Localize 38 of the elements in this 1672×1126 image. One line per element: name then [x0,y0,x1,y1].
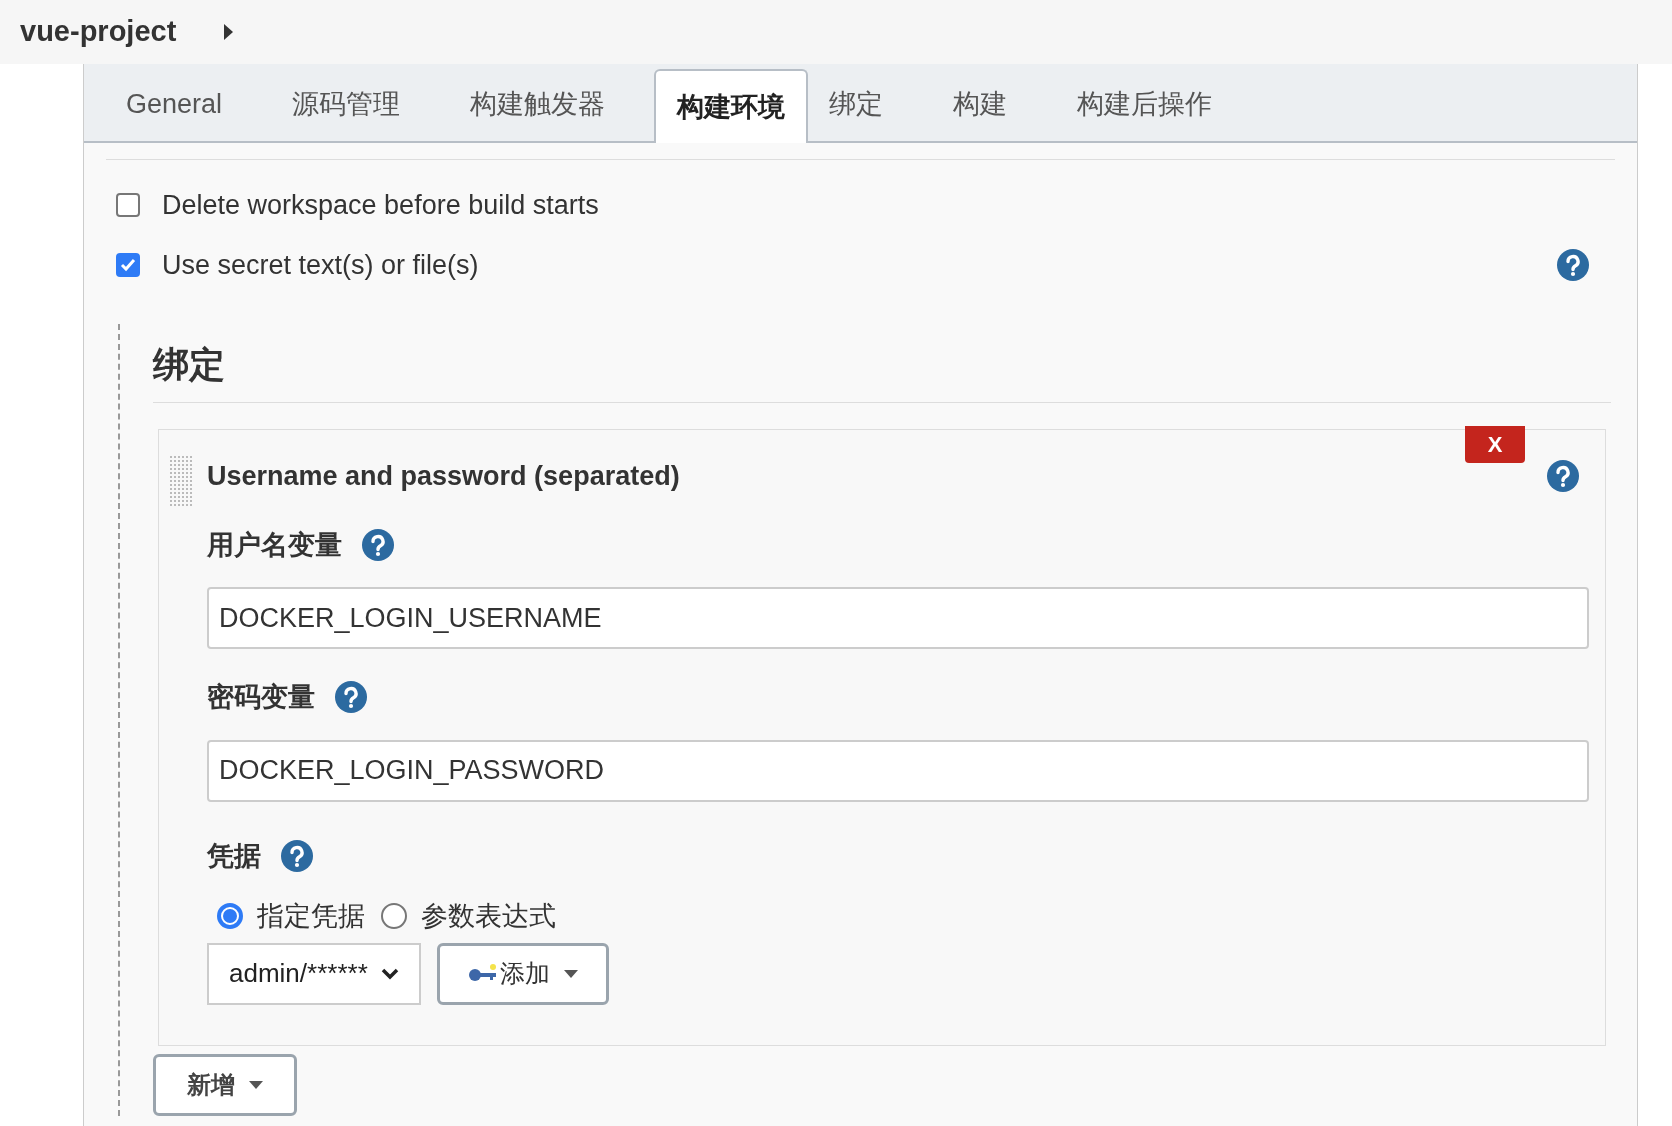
tab[interactable]: 绑定 [808,67,905,141]
radio-label[interactable]: 参数表达式 [421,896,556,937]
caret-icon [249,1080,263,1089]
add-button[interactable]: 新增 [153,1053,297,1116]
tab[interactable]: 构建 [932,67,1029,141]
help-icon[interactable] [281,839,313,872]
checkbox-label[interactable]: Use secret text(s) or file(s) [162,244,479,286]
help-icon[interactable] [335,681,367,714]
project-title[interactable]: vue-project [20,10,177,54]
section-heading: 绑定 [153,324,1611,403]
credentials-select[interactable]: admin/****** [207,942,421,1005]
help-icon[interactable] [1557,249,1589,281]
tab[interactable]: 构建后操作 [1056,67,1234,141]
tab[interactable]: 构建触发器 [449,67,627,141]
checkbox-label[interactable]: Delete workspace before build starts [162,184,599,226]
caret-right-icon[interactable] [224,24,234,40]
tab[interactable]: 源码管理 [271,67,422,141]
drag-handle-icon[interactable] [170,456,192,506]
tab[interactable]: General [105,67,244,141]
delete-button[interactable]: X [1465,426,1525,463]
radio-button[interactable] [381,903,407,930]
help-icon[interactable] [362,528,394,561]
text-field[interactable]: DOCKER_LOGIN_USERNAME [207,587,1589,649]
chevron-down-icon [381,967,399,980]
text-field[interactable]: DOCKER_LOGIN_PASSWORD [207,739,1589,802]
radio-label[interactable]: 指定凭据 [257,896,365,937]
tab[interactable]: 构建环境 [654,69,809,143]
field-label: 用户名变量 [207,528,342,562]
card-title: Username and password (separated) [207,460,680,493]
help-icon[interactable] [1547,460,1579,493]
radio-button[interactable] [217,903,243,930]
field-label: 凭据 [207,839,261,873]
caret-icon [564,969,578,978]
field-label: 密码变量 [207,681,315,714]
add-credentials-button[interactable]: 添加 [437,942,609,1005]
checkbox[interactable] [116,253,140,277]
checkmark-icon [120,258,136,272]
checkbox[interactable] [116,193,140,217]
